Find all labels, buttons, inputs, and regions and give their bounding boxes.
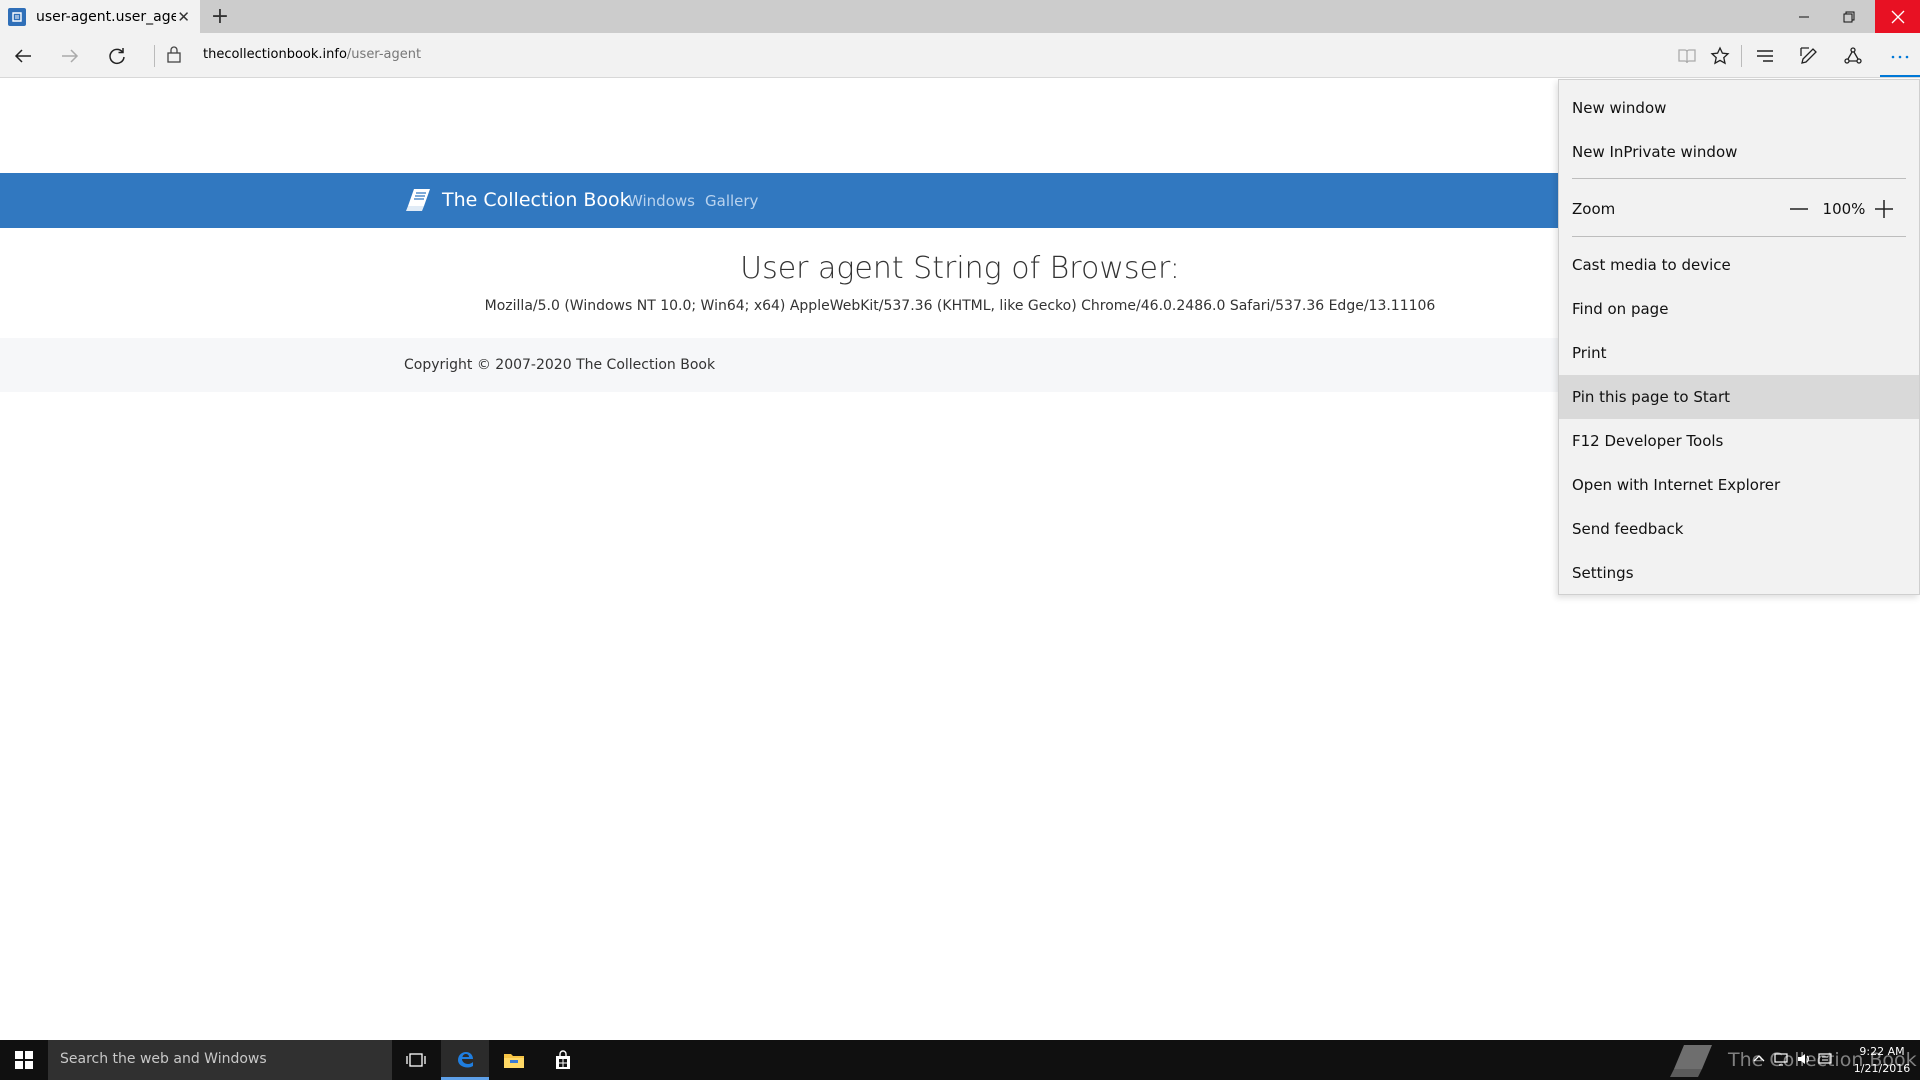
- book-watermark-icon: [1670, 1045, 1712, 1077]
- menu-item-cast-media[interactable]: Cast media to device: [1559, 243, 1919, 287]
- forward-button[interactable]: [53, 39, 87, 73]
- url-path: /user-agent: [346, 47, 422, 62]
- zoom-label: Zoom: [1572, 200, 1616, 218]
- taskbar: Search the web and Windows The Collectio…: [0, 1040, 1920, 1080]
- network-icon[interactable]: [1774, 1052, 1788, 1066]
- folder-icon: [504, 1054, 524, 1068]
- refresh-icon: [109, 48, 125, 65]
- windows-logo-icon: [15, 1051, 33, 1069]
- close-icon: [1891, 10, 1904, 23]
- start-button[interactable]: [0, 1040, 48, 1080]
- clock-time: 9:22 AM: [1859, 1045, 1905, 1058]
- lock-icon[interactable]: [166, 45, 182, 67]
- menu-item-send-feedback[interactable]: Send feedback: [1559, 507, 1919, 551]
- action-center-icon[interactable]: [1818, 1052, 1832, 1066]
- minus-icon: [1790, 208, 1808, 210]
- site-brand-name: The Collection Book: [442, 189, 631, 211]
- book-logo-icon: [406, 189, 430, 211]
- more-actions-menu: New window New InPrivate window Zoom 100…: [1558, 79, 1920, 595]
- taskbar-search-box[interactable]: Search the web and Windows: [48, 1040, 392, 1080]
- forward-arrow-icon: [62, 49, 79, 63]
- more-dots-icon: [1891, 55, 1909, 59]
- address-bar[interactable]: thecollectionbook.info/user-agent: [203, 47, 421, 62]
- menu-separator: [1572, 236, 1906, 237]
- taskbar-search-placeholder: Search the web and Windows: [60, 1051, 267, 1067]
- clock-date: 1/21/2016: [1853, 1062, 1911, 1075]
- site-brand-link[interactable]: The Collection Book: [404, 186, 631, 214]
- zoom-level: 100%: [1822, 200, 1866, 218]
- hub-icon: [1757, 50, 1773, 62]
- toolbar-divider: [1741, 45, 1742, 67]
- menu-item-pin-to-start[interactable]: Pin this page to Start: [1559, 375, 1919, 419]
- pen-icon: [1800, 47, 1817, 64]
- web-note-button[interactable]: [1792, 39, 1826, 73]
- restore-button[interactable]: [1826, 0, 1871, 33]
- copyright-text: Copyright © 2007-2020 The Collection Boo…: [404, 357, 716, 373]
- taskbar-edge-app[interactable]: [441, 1040, 489, 1080]
- back-button[interactable]: [6, 39, 40, 73]
- address-toolbar: thecollectionbook.info/user-agent: [0, 33, 1920, 78]
- refresh-button[interactable]: [100, 39, 134, 73]
- minimize-button[interactable]: [1781, 0, 1826, 33]
- zoom-in-button[interactable]: [1870, 195, 1898, 223]
- add-favorite-button[interactable]: [1703, 39, 1737, 73]
- tab-title: user-agent.user_agent -: [36, 8, 176, 25]
- restore-icon: [1843, 11, 1854, 22]
- share-button[interactable]: [1836, 39, 1870, 73]
- star-icon: [1710, 46, 1730, 65]
- toolbar-divider: [154, 45, 155, 67]
- nav-link-windows[interactable]: Windows: [628, 192, 695, 210]
- taskbar-store-app[interactable]: [539, 1040, 587, 1080]
- menu-item-developer-tools[interactable]: F12 Developer Tools: [1559, 419, 1919, 463]
- menu-separator: [1572, 178, 1906, 179]
- menu-item-find-on-page[interactable]: Find on page: [1559, 287, 1919, 331]
- url-host: thecollectionbook.info: [203, 47, 347, 62]
- taskbar-clock[interactable]: 9:22 AM 1/21/2016: [1852, 1043, 1912, 1077]
- menu-item-print[interactable]: Print: [1559, 331, 1919, 375]
- back-arrow-icon: [14, 49, 31, 63]
- close-window-button[interactable]: [1875, 0, 1920, 33]
- page-favicon-icon: [8, 7, 26, 26]
- more-actions-button[interactable]: [1880, 39, 1920, 77]
- chevron-up-icon[interactable]: [1752, 1052, 1766, 1066]
- zoom-out-button[interactable]: [1785, 195, 1813, 223]
- plus-icon: [1875, 200, 1893, 218]
- browser-tab[interactable]: user-agent.user_agent - ✕: [0, 0, 200, 33]
- store-bag-icon: [556, 1050, 570, 1069]
- zoom-row: Zoom 100%: [1559, 187, 1919, 231]
- task-view-icon: [406, 1053, 426, 1067]
- menu-item-new-inprivate-window[interactable]: New InPrivate window: [1559, 130, 1919, 174]
- taskbar-file-explorer[interactable]: [490, 1040, 538, 1080]
- share-icon: [1844, 47, 1862, 64]
- minimize-icon: [1798, 16, 1809, 17]
- menu-item-settings[interactable]: Settings: [1559, 551, 1919, 595]
- book-icon: [1678, 49, 1696, 64]
- volume-icon[interactable]: [1796, 1052, 1810, 1066]
- title-bar: user-agent.user_agent - ✕ +: [0, 0, 1920, 33]
- reading-view-button[interactable]: [1670, 39, 1704, 73]
- menu-item-open-with-ie[interactable]: Open with Internet Explorer: [1559, 463, 1919, 507]
- nav-link-gallery[interactable]: Gallery: [705, 192, 758, 210]
- hub-button[interactable]: [1748, 39, 1782, 73]
- task-view-button[interactable]: [392, 1040, 440, 1080]
- tab-close-icon[interactable]: ✕: [177, 8, 190, 26]
- system-tray: [1752, 1052, 1832, 1066]
- new-tab-button[interactable]: +: [206, 4, 234, 30]
- edge-logo-icon: [458, 1051, 473, 1067]
- menu-item-new-window[interactable]: New window: [1559, 86, 1919, 130]
